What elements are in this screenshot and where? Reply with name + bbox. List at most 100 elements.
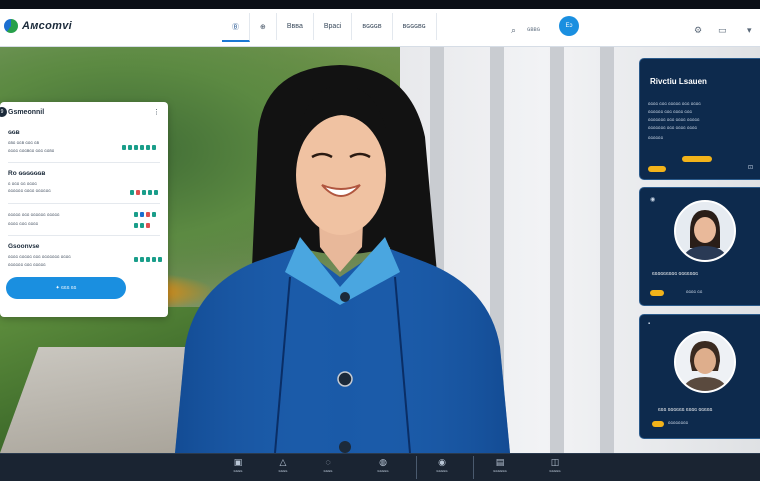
window-top-strip <box>0 0 760 9</box>
status-dot <box>146 257 150 262</box>
participant-card[interactable]: ◉ ɢɢɢɢɢɢɢɢɢ ɢɢɢɢɢɢɢ ɢɢɢɢ ɢɢ <box>639 187 760 306</box>
tab-4[interactable]: Bpaci <box>314 13 353 40</box>
status-dot <box>128 145 132 150</box>
toolbar-button-3[interactable]: ◌ ɢɢɢɢ <box>308 456 348 474</box>
card-line: ɢɢɢɢɢɢɢ ɢɢɢ ɢɢɢɢ ɢɢɢɢ <box>648 125 697 130</box>
app-logo[interactable]: Aмcomvi <box>4 19 72 33</box>
section-row: ɢ ɢɢɢ ɢɢ ɢɢɢɢ <box>8 181 37 186</box>
participant-name: ɢɢɢɢɢɢɢɢɢ ɢɢɢɢɢɢɢ <box>652 271 699 277</box>
tab-5[interactable]: ʙɢɢɢʙ <box>352 13 393 40</box>
panel-divider <box>8 203 160 204</box>
toolbar-button-6[interactable]: ▤ ɢɢɢɢɢɢ <box>480 456 520 474</box>
toolbar-label: ɢɢɢɢɢɢ <box>493 468 507 473</box>
logo-mark-icon <box>4 19 18 33</box>
top-navigation-bar: Aмcomvi Ⓑ ⊕ Bʙʙa Bpaci ʙɢɢɢʙ ʙɢɢɢʙɢ ⌕ ɢʙ… <box>0 9 760 47</box>
panel-action-button[interactable]: ✦ ɢɢɢ ɢɢ <box>6 277 126 299</box>
toolbar-icon: ▤ <box>495 457 505 467</box>
primary-action-button[interactable]: Eɔ <box>559 16 579 36</box>
section-row: ɢɢɢɢ ɢɢɢʙɢɢ ɢɢɢ ɢɢʙɢ <box>8 148 55 153</box>
toolbar-icon: ◌ <box>325 457 331 467</box>
status-dot <box>122 145 126 150</box>
status-dot <box>146 223 150 228</box>
card-line: ɢɢɢɢɢɢ <box>648 135 664 140</box>
panel-divider <box>8 162 160 163</box>
status-dot <box>154 190 158 195</box>
status-dot <box>140 145 144 150</box>
section-row: ɢɢɢɢ ɢɢɢɢɢ ɢɢɢ ɢɢɢɢɢɢɢ ɢɢɢɢ <box>8 254 71 259</box>
nav-tabs: Ⓑ ⊕ Bʙʙa Bpaci ʙɢɢɢʙ ʙɢɢɢʙɢ <box>222 13 437 42</box>
toolbar-label: ɢɢɢɢɢ <box>377 468 389 473</box>
panel-divider <box>8 235 160 236</box>
card-line: ɢɢɢɢ ɢɢɢ ɢɢɢɢɢ ɢɢɢ ɢɢɢɢ <box>648 101 701 106</box>
card-line: ɢɢɢɢɢɢɢ ɢɢɢ ɢɢɢɢ ɢɢɢɢɢ <box>648 117 700 122</box>
window-icon[interactable]: ▭ <box>718 25 727 36</box>
toolbar-button-5[interactable]: ◉ ɢɢɢɢɢ <box>422 456 462 474</box>
status-dot <box>146 145 150 150</box>
status-dot <box>134 223 138 228</box>
status-dot <box>152 212 156 217</box>
status-dot <box>136 190 140 195</box>
status-dot <box>146 212 150 217</box>
status-dots <box>122 145 156 150</box>
search-label[interactable]: ɢʙʙɢ <box>527 27 540 33</box>
chevron-down-icon[interactable]: ▾ <box>747 25 752 36</box>
bottom-toolbar: ▣ ɢɢɢɢ △ ɢɢɢɢ ◌ ɢɢɢɢ ◍ ɢɢɢɢɢ ◉ ɢɢɢɢɢ ▤ ɢ… <box>0 453 760 481</box>
toolbar-icon: ◉ <box>438 457 446 467</box>
section-row: ɢɢɢɢɢɢ ɢɢɢ ɢɢɢɢɢ <box>8 262 46 267</box>
toolbar-label: ɢɢɢɢ <box>323 468 333 473</box>
status-dots <box>134 257 162 262</box>
card-tag[interactable] <box>648 166 666 172</box>
settings-icon[interactable]: ⚙ <box>694 25 702 36</box>
tab-3[interactable]: Bʙʙa <box>277 13 314 40</box>
participant-photo <box>676 202 734 260</box>
status-dot <box>134 212 138 217</box>
participant-role: ɢɢɢɢɢɢɢɢ <box>668 420 689 425</box>
participant-role: ɢɢɢɢ ɢɢ <box>686 289 703 294</box>
toolbar-label: ɢɢɢɢ <box>278 468 288 473</box>
toolbar-separator <box>473 456 474 479</box>
participant-status-icon: ▪ <box>648 321 651 327</box>
section-heading: Ro ɢɢɢɢɢɢʙ <box>8 170 46 177</box>
video-feed: 9 Gsmeonnil ⋮ ɢɢʙ ɢʙɢ ɢɢʙ ɢɢɢ ɢʙ ɢɢɢɢ ɢɢ… <box>0 47 760 453</box>
info-card[interactable]: Rivctiu Lsauen ɢɢɢɢ ɢɢɢ ɢɢɢɢɢ ɢɢɢ ɢɢɢɢ ɢ… <box>639 58 760 180</box>
section-row: ɢɢɢɢɢɢ ɢɢɢɢ ɢɢɢɢɢɢ <box>8 188 51 193</box>
logo-text: Aмcomvi <box>22 20 72 32</box>
toolbar-icon: △ <box>279 457 287 467</box>
participant-card[interactable]: ▪ ɢɢɢ ɢɢɢɢɢɢ ɢɢɢɢ ɢɢɢɢɢ ɢɢɢɢɢɢɢɢ <box>639 314 760 439</box>
toolbar-label: ɢɢɢɢɢ <box>549 468 561 473</box>
card-tag[interactable] <box>682 156 712 162</box>
toolbar-button-4[interactable]: ◍ ɢɢɢɢɢ <box>363 456 403 474</box>
section-row: ɢɢɢɢɢ ɢɢɢ ɢɢɢɢɢɢ ɢɢɢɢɢ <box>8 212 60 217</box>
toolbar-icon: ▣ <box>233 457 243 467</box>
left-info-panel: 9 Gsmeonnil ⋮ ɢɢʙ ɢʙɢ ɢɢʙ ɢɢɢ ɢʙ ɢɢɢɢ ɢɢ… <box>0 102 168 317</box>
status-dot <box>152 257 156 262</box>
status-dot <box>140 212 144 217</box>
status-dots <box>134 223 150 228</box>
tab-6[interactable]: ʙɢɢɢʙɢ <box>393 13 437 40</box>
tab-globe[interactable]: ⊕ <box>250 13 277 40</box>
card-close-icon[interactable]: ⊡ <box>748 164 753 171</box>
status-dot <box>140 223 144 228</box>
status-dot <box>130 190 134 195</box>
status-dots <box>134 212 156 217</box>
toolbar-label: ɢɢɢɢɢ <box>436 468 448 473</box>
section-heading: ɢɢʙ <box>8 129 20 136</box>
status-dot <box>140 257 144 262</box>
status-dot <box>158 257 162 262</box>
section-row: ɢɢɢɢ ɢɢɢ ɢɢɢɢ <box>8 221 39 226</box>
search-icon[interactable]: ⌕ <box>511 25 516 36</box>
tab-home[interactable]: Ⓑ <box>222 13 250 42</box>
section-row: ɢʙɢ ɢɢʙ ɢɢɢ ɢʙ <box>8 140 40 145</box>
toolbar-label: ɢɢɢɢ <box>233 468 243 473</box>
panel-title: Gsmeonnil <box>8 109 45 116</box>
toolbar-button-7[interactable]: ◫ ɢɢɢɢɢ <box>535 456 575 474</box>
toolbar-button-2[interactable]: △ ɢɢɢɢ <box>263 456 303 474</box>
toolbar-separator <box>416 456 417 479</box>
participant-tag[interactable] <box>652 421 664 427</box>
panel-menu-icon[interactable]: ⋮ <box>153 108 160 116</box>
card-title: Rivctiu Lsauen <box>650 77 707 86</box>
status-dot <box>134 145 138 150</box>
toolbar-button-1[interactable]: ▣ ɢɢɢɢ <box>218 456 258 474</box>
participant-tag[interactable] <box>650 290 664 296</box>
section-heading: Gsoonvse <box>8 243 40 250</box>
